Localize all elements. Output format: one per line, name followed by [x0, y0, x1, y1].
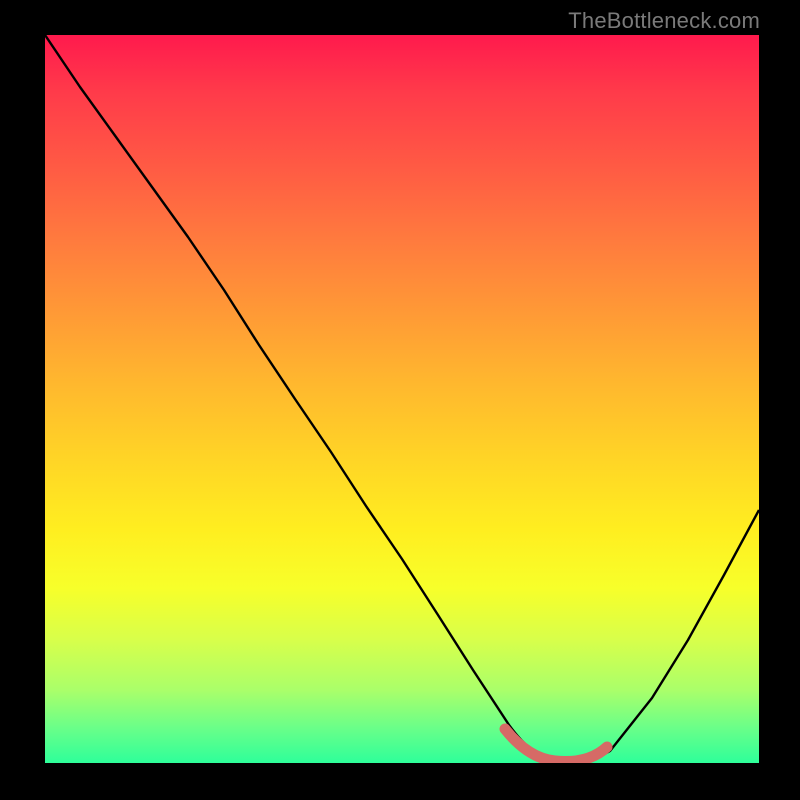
watermark-text: TheBottleneck.com [568, 8, 760, 34]
chart-frame: TheBottleneck.com [0, 0, 800, 800]
gradient-plot-area [45, 35, 759, 763]
bottleneck-curve [45, 35, 759, 762]
bottleneck-curve-svg [45, 35, 759, 763]
highlight-segment [505, 729, 607, 762]
